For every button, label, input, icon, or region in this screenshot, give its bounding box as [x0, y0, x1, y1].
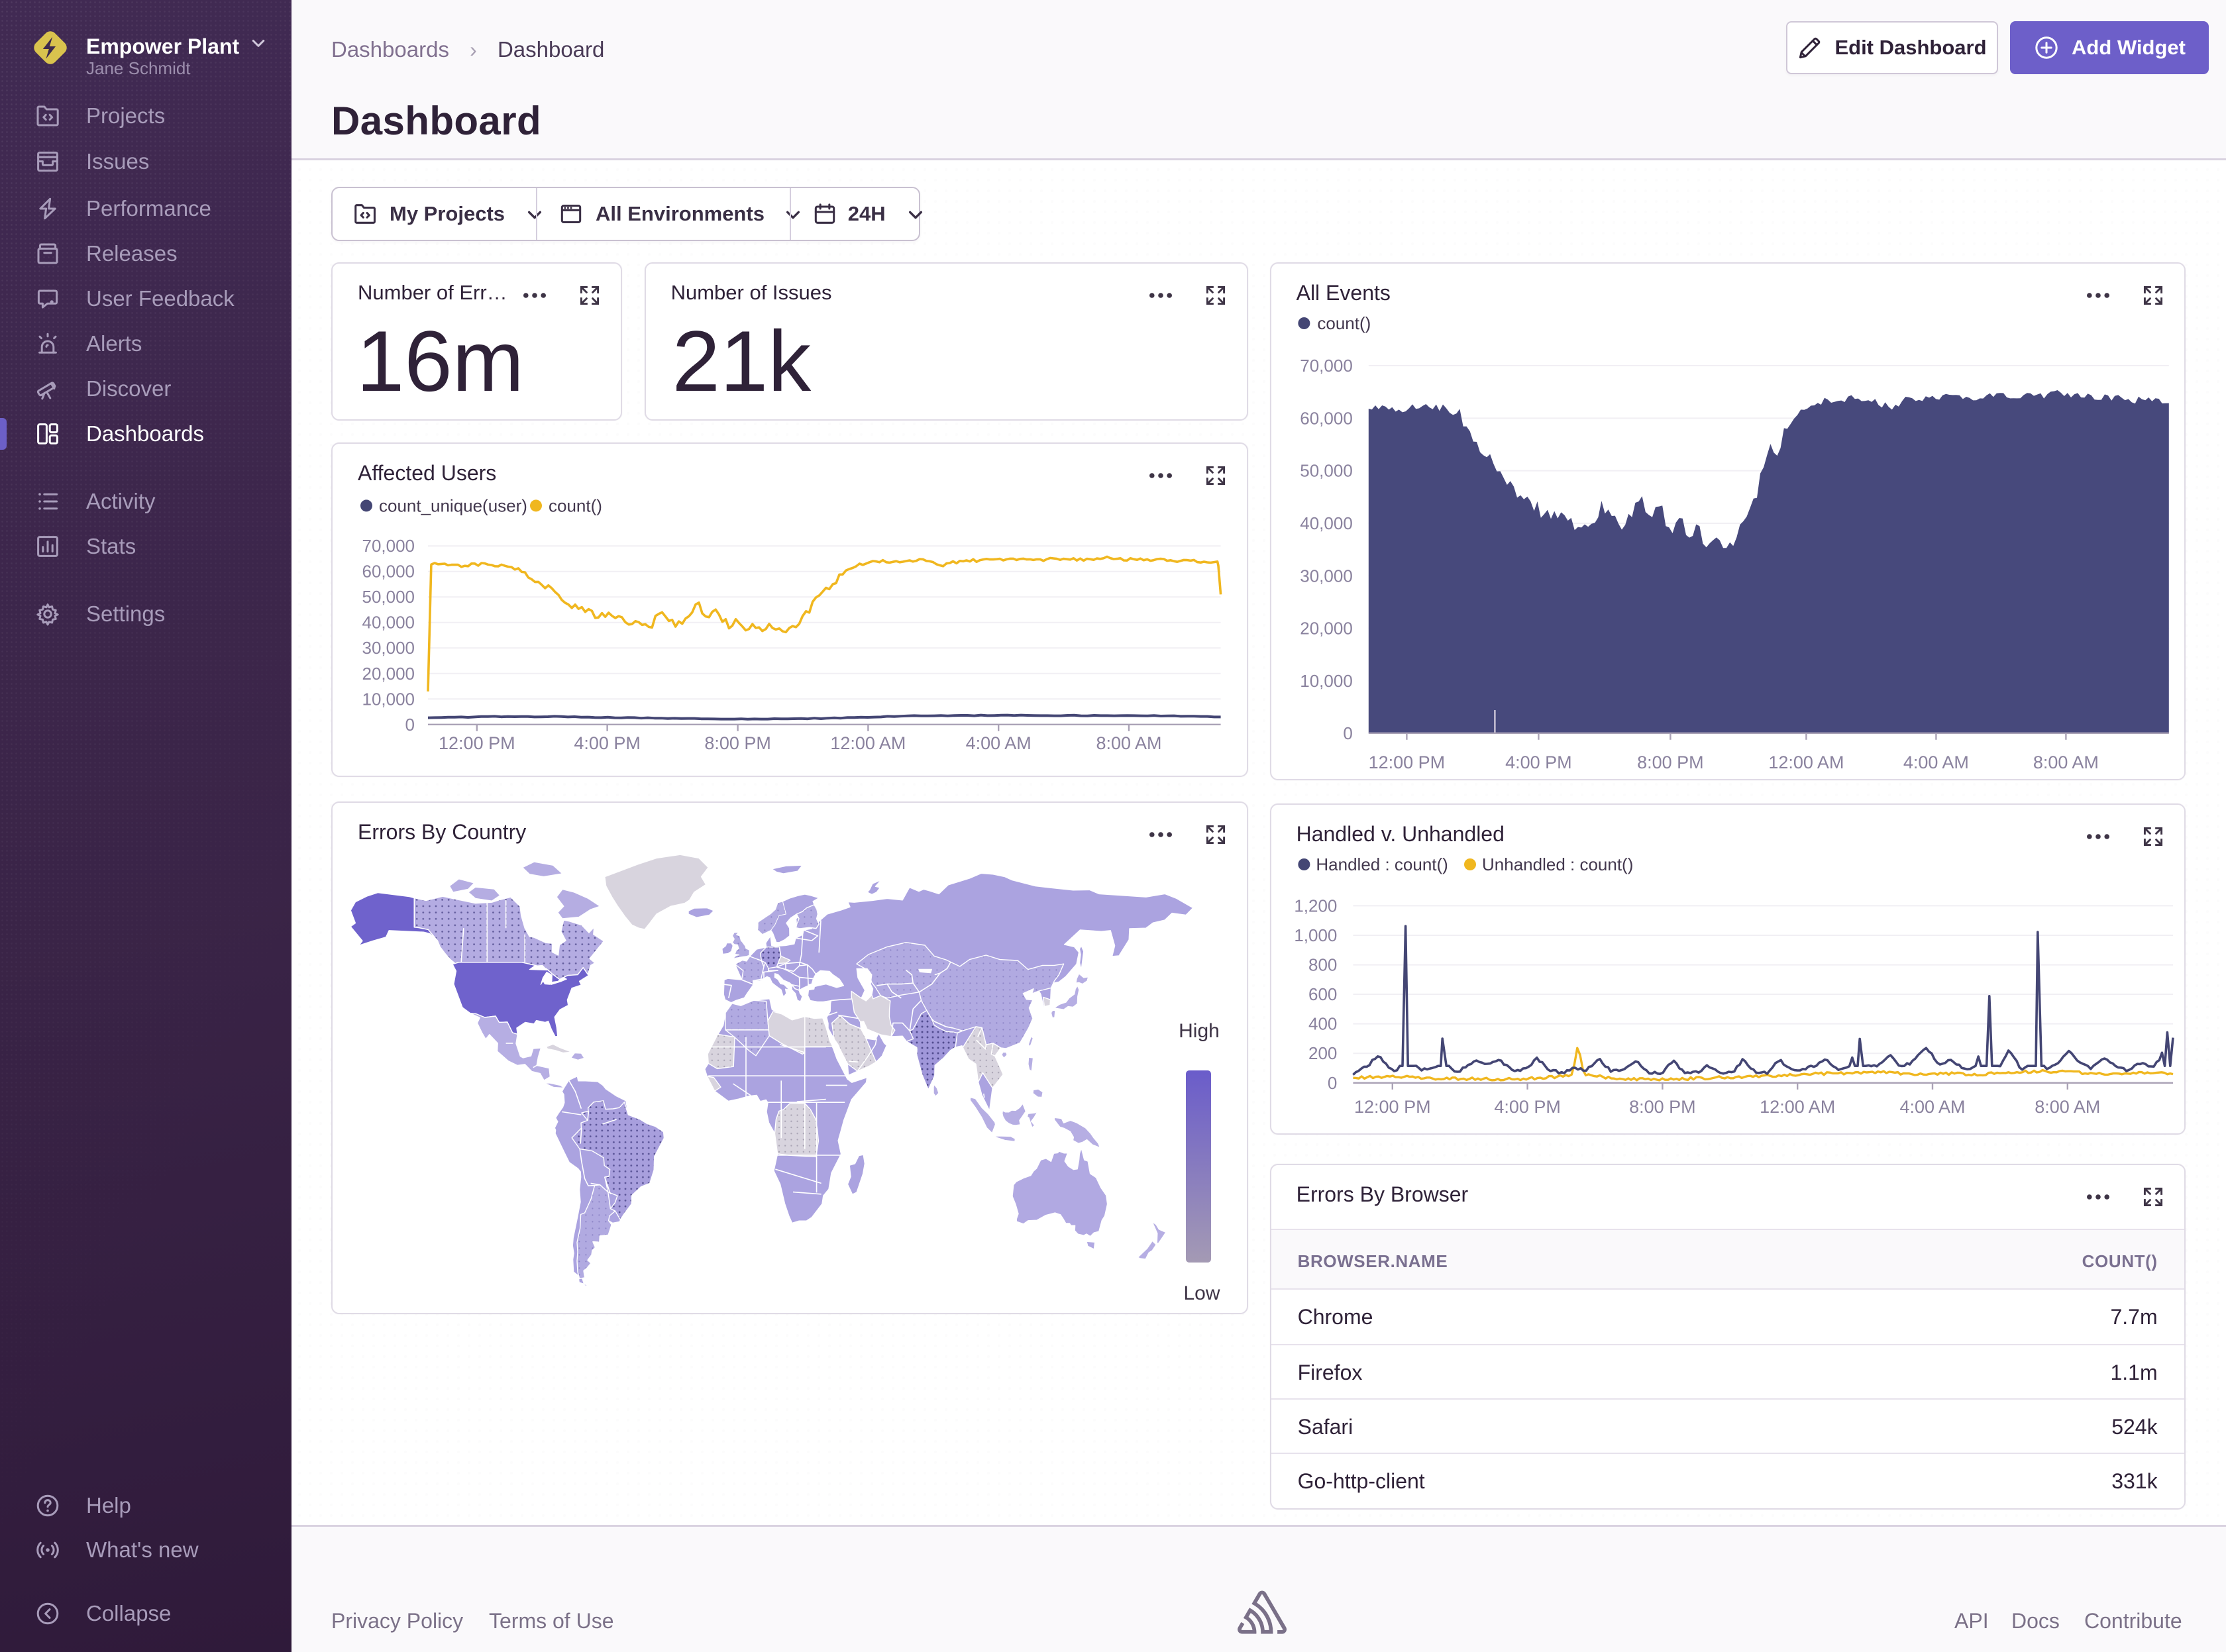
svg-text:0: 0 [405, 714, 415, 734]
svg-text:30,000: 30,000 [1300, 566, 1353, 586]
svg-text:70,000: 70,000 [1300, 356, 1353, 376]
svg-text:60,000: 60,000 [1300, 408, 1353, 428]
svg-text:8:00 PM: 8:00 PM [1629, 1097, 1696, 1117]
svg-text:200: 200 [1308, 1043, 1337, 1063]
svg-text:30,000: 30,000 [362, 638, 415, 658]
svg-text:Handled : count(): Handled : count() [1316, 854, 1448, 874]
svg-text:20,000: 20,000 [1300, 619, 1353, 639]
svg-text:40,000: 40,000 [1300, 513, 1353, 533]
svg-text:8:00 AM: 8:00 AM [1096, 733, 1161, 753]
svg-text:50,000: 50,000 [1300, 461, 1353, 481]
svg-text:40,000: 40,000 [362, 612, 415, 632]
svg-text:12:00 AM: 12:00 AM [830, 733, 906, 753]
svg-text:Unhandled : count(): Unhandled : count() [1482, 854, 1633, 874]
svg-text:4:00 PM: 4:00 PM [574, 733, 641, 753]
svg-text:0: 0 [1343, 723, 1352, 743]
svg-text:10,000: 10,000 [1300, 671, 1353, 691]
svg-text:400: 400 [1308, 1014, 1337, 1034]
svg-text:count_unique(user): count_unique(user) [379, 495, 527, 515]
svg-text:12:00 PM: 12:00 PM [1368, 752, 1445, 772]
svg-text:1,200: 1,200 [1294, 896, 1337, 915]
svg-text:800: 800 [1308, 955, 1337, 975]
svg-text:4:00 AM: 4:00 AM [966, 733, 1032, 753]
svg-text:Low: Low [1183, 1282, 1220, 1304]
svg-text:8:00 PM: 8:00 PM [1637, 752, 1704, 772]
svg-text:8:00 AM: 8:00 AM [2035, 1097, 2100, 1117]
svg-text:12:00 PM: 12:00 PM [1354, 1097, 1431, 1117]
svg-text:10,000: 10,000 [362, 689, 415, 709]
svg-text:High: High [1179, 1020, 1220, 1042]
svg-text:count(): count() [549, 495, 602, 515]
svg-text:12:00 PM: 12:00 PM [439, 733, 515, 753]
svg-text:4:00 AM: 4:00 AM [1899, 1097, 1965, 1117]
svg-text:12:00 AM: 12:00 AM [1768, 752, 1844, 772]
svg-text:60,000: 60,000 [362, 561, 415, 581]
svg-text:8:00 PM: 8:00 PM [704, 733, 771, 753]
svg-text:50,000: 50,000 [362, 587, 415, 607]
svg-text:4:00 AM: 4:00 AM [1903, 752, 1968, 772]
svg-text:12:00 AM: 12:00 AM [1760, 1097, 1835, 1117]
svg-text:4:00 PM: 4:00 PM [1505, 752, 1572, 772]
svg-text:4:00 PM: 4:00 PM [1494, 1097, 1561, 1117]
svg-text:70,000: 70,000 [362, 536, 415, 556]
svg-text:1,000: 1,000 [1294, 925, 1337, 945]
svg-text:8:00 AM: 8:00 AM [2033, 752, 2098, 772]
svg-text:count(): count() [1317, 313, 1371, 333]
svg-text:0: 0 [1328, 1073, 1337, 1093]
svg-text:600: 600 [1308, 984, 1337, 1004]
svg-text:20,000: 20,000 [362, 663, 415, 683]
